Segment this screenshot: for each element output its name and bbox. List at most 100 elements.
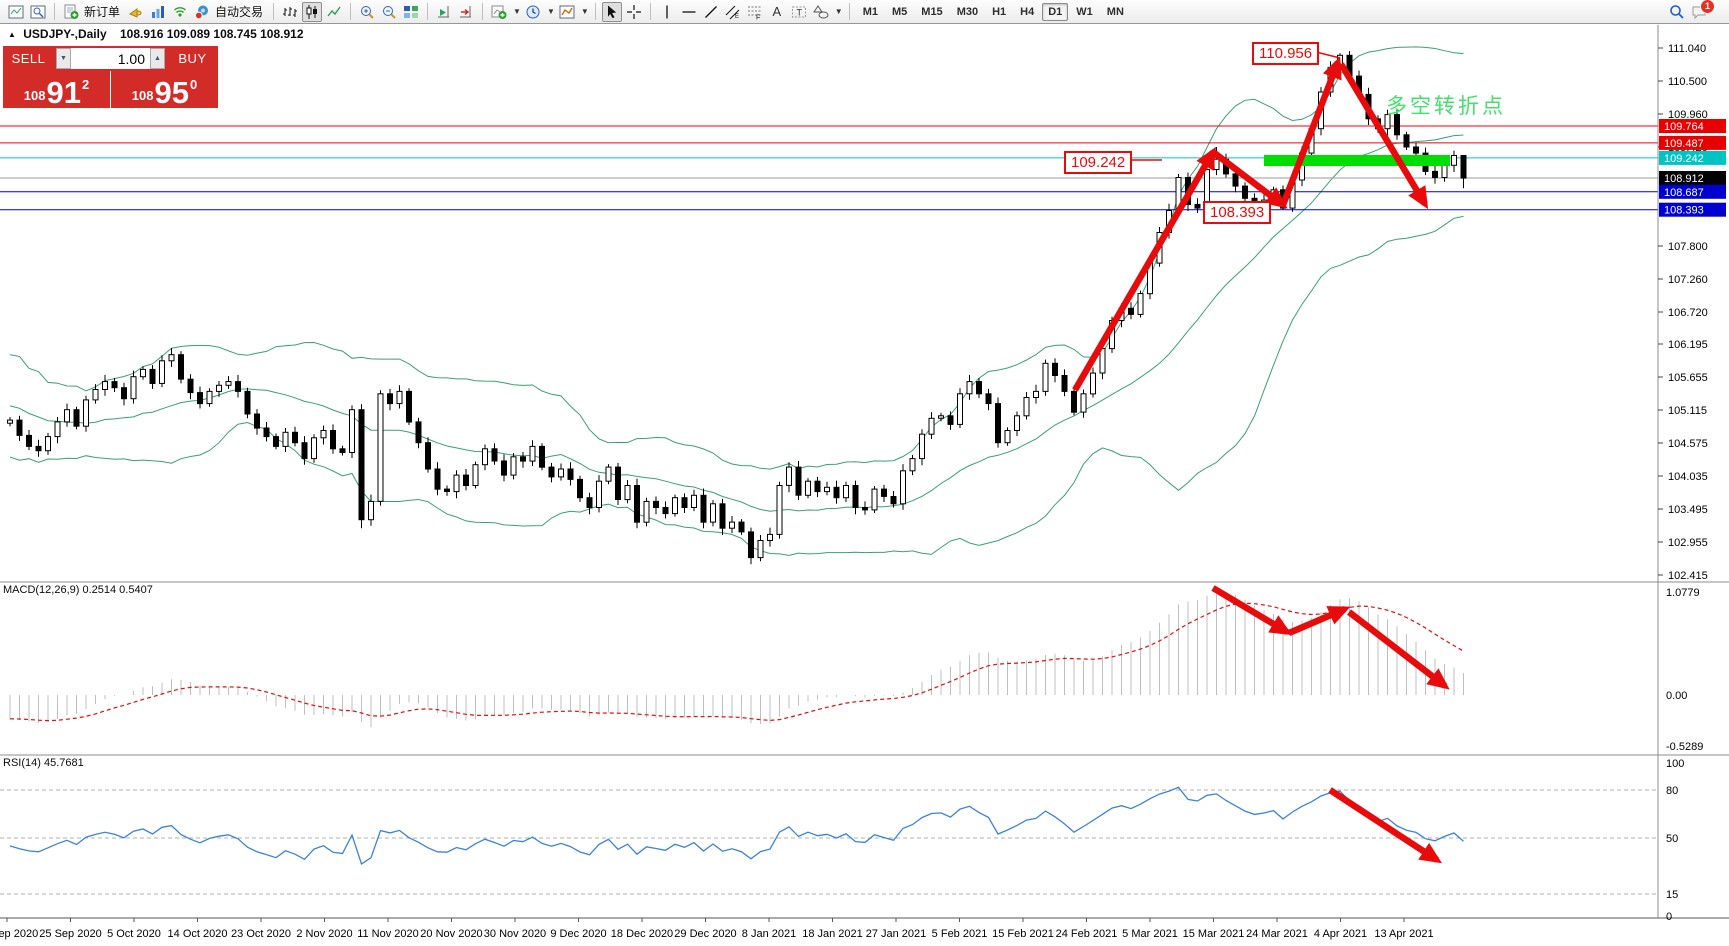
volume-decrease-button[interactable]: ▼ <box>56 48 71 69</box>
candlestick <box>597 481 602 507</box>
templates-icon[interactable] <box>557 2 577 22</box>
sell-button[interactable]: SELL <box>3 46 54 71</box>
vertical-line-tool-icon[interactable] <box>657 2 677 22</box>
price-annotation-box-108393[interactable]: 108.393 <box>1203 201 1271 224</box>
candlestick <box>853 486 858 508</box>
candlestick <box>1024 398 1029 416</box>
search-icon[interactable] <box>1667 2 1687 22</box>
chart-shift-icon[interactable] <box>456 2 476 22</box>
candlestick <box>388 394 393 404</box>
chart-window-icon[interactable] <box>6 2 26 22</box>
candlestick <box>141 369 146 376</box>
trendline-tool-icon[interactable] <box>701 2 721 22</box>
signal-icon[interactable] <box>170 2 190 22</box>
timeframe-m15[interactable]: M15 <box>915 3 948 21</box>
date-tick-label: 18 Jan 2021 <box>802 928 863 940</box>
candlestick-series[interactable] <box>8 51 1467 564</box>
price-annotation-box-109242[interactable]: 109.242 <box>1064 151 1132 174</box>
bar-chart-type-icon[interactable] <box>280 2 300 22</box>
templates-dropdown-caret[interactable]: ▼ <box>581 7 589 16</box>
shapes-tool-icon[interactable] <box>811 2 831 22</box>
candlestick <box>834 487 839 497</box>
candlestick <box>882 489 887 496</box>
candlestick <box>920 434 925 458</box>
equidistant-channel-tool-icon[interactable]: E <box>723 2 743 22</box>
notifications-chat-icon[interactable]: 1 <box>1689 2 1709 22</box>
market-stats-icon[interactable] <box>148 2 168 22</box>
support-highlight-bar[interactable] <box>1264 155 1450 166</box>
timeframe-w1[interactable]: W1 <box>1070 3 1099 21</box>
text-label-tool-icon[interactable]: T <box>789 2 809 22</box>
toolbar-separator <box>54 3 55 20</box>
timeframe-d1[interactable]: D1 <box>1042 3 1068 21</box>
candlestick <box>587 498 592 508</box>
new-order-icon[interactable] <box>61 2 81 22</box>
rsi-trend-arrow[interactable] <box>1330 790 1437 860</box>
macd-indicator-label: MACD(12,26,9) 0.2514 0.5407 <box>3 584 153 596</box>
zoom-out-icon[interactable] <box>379 2 399 22</box>
candlestick <box>27 435 32 446</box>
indicators-dropdown-caret[interactable]: ▼ <box>513 7 521 16</box>
candlestick <box>540 446 545 467</box>
horizontal-line-tool-icon[interactable] <box>679 2 699 22</box>
auto-scroll-icon[interactable] <box>434 2 454 22</box>
timeframe-m30[interactable]: M30 <box>951 3 984 21</box>
volume-input[interactable] <box>71 48 150 69</box>
periods-dropdown-caret[interactable]: ▼ <box>547 7 555 16</box>
indicators-icon[interactable] <box>489 2 509 22</box>
price-chart-canvas[interactable]: 1.07790.00-0.52891008050150111.040110.50… <box>0 0 1729 946</box>
candlestick <box>996 404 1001 443</box>
horn-icon[interactable] <box>126 2 146 22</box>
timeframe-mn[interactable]: MN <box>1101 3 1130 21</box>
candlestick <box>758 541 763 558</box>
new-order-label[interactable]: 新订单 <box>84 3 120 20</box>
candlestick <box>416 422 421 443</box>
price-annotation-box-110956[interactable]: 110.956 <box>1252 42 1319 65</box>
line-chart-type-icon[interactable] <box>324 2 344 22</box>
timeframe-h1[interactable]: H1 <box>986 3 1012 21</box>
text-tool-icon[interactable]: A <box>767 2 787 22</box>
candlestick <box>502 461 507 475</box>
cursor-tool-icon[interactable] <box>602 2 622 22</box>
auto-trading-icon[interactable] <box>192 2 212 22</box>
date-tick-label: 14 Oct 2020 <box>168 928 228 940</box>
chart-collapse-icon[interactable]: ▲ <box>8 30 16 39</box>
candlestick <box>616 467 621 499</box>
candlestick <box>1195 204 1200 208</box>
crosshair-tool-icon[interactable] <box>624 2 644 22</box>
candlestick-chart-type-icon[interactable] <box>302 2 322 22</box>
tile-windows-icon[interactable] <box>401 2 421 22</box>
candlestick <box>112 382 117 388</box>
macd-trend-arrow[interactable] <box>1213 588 1287 632</box>
periods-clock-icon[interactable] <box>523 2 543 22</box>
candlestick <box>692 495 697 507</box>
candlestick <box>720 504 725 528</box>
trend-arrow[interactable] <box>1075 152 1213 390</box>
candlestick <box>321 431 326 438</box>
buy-button[interactable]: BUY <box>167 46 218 71</box>
candlestick <box>568 469 573 479</box>
candlestick <box>188 379 193 392</box>
trend-arrow[interactable] <box>1341 64 1425 204</box>
price-tick-label: 104.035 <box>1668 471 1708 483</box>
trend-arrow[interactable] <box>1283 62 1338 205</box>
toolbar-separator <box>849 3 850 20</box>
auto-trading-label[interactable]: 自动交易 <box>215 3 263 20</box>
fibonacci-tool-icon[interactable]: F <box>745 2 765 22</box>
timeframe-m5[interactable]: M5 <box>886 3 913 21</box>
zoom-in-icon[interactable] <box>357 2 377 22</box>
data-window-icon[interactable] <box>28 2 48 22</box>
sell-price-display[interactable]: 108 91 2 <box>3 71 110 108</box>
volume-increase-button[interactable]: ▲ <box>150 48 165 69</box>
candlestick <box>217 385 222 391</box>
toolbar-separator <box>482 3 483 20</box>
price-tick-label: 111.040 <box>1668 43 1706 55</box>
candlestick <box>578 479 583 497</box>
turning-point-annotation-text[interactable]: 多空转折点 <box>1386 90 1506 120</box>
candlestick <box>331 431 336 449</box>
shapes-dropdown-caret[interactable]: ▼ <box>835 7 843 16</box>
candlestick <box>977 382 982 394</box>
buy-price-display[interactable]: 108 95 0 <box>111 71 218 108</box>
timeframe-h4[interactable]: H4 <box>1014 3 1040 21</box>
timeframe-m1[interactable]: M1 <box>857 3 884 21</box>
